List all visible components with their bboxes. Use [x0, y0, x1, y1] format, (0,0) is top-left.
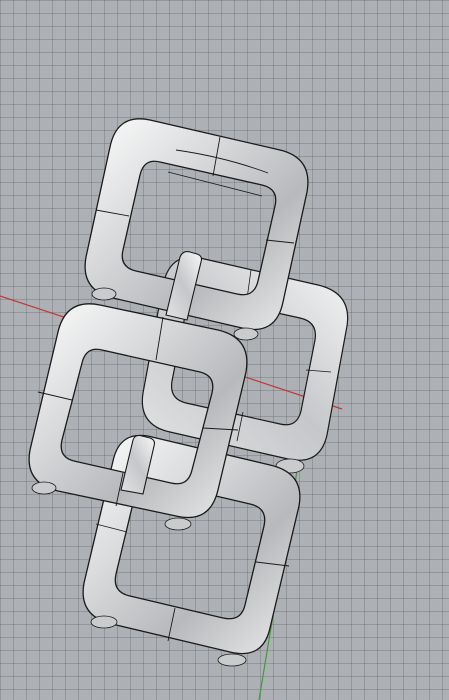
rhino-perspective-viewport[interactable]: [0, 0, 449, 700]
chain-link-middle: [28, 303, 248, 531]
viewport-canvas: [0, 118, 349, 700]
chain-link-top: [84, 118, 309, 341]
